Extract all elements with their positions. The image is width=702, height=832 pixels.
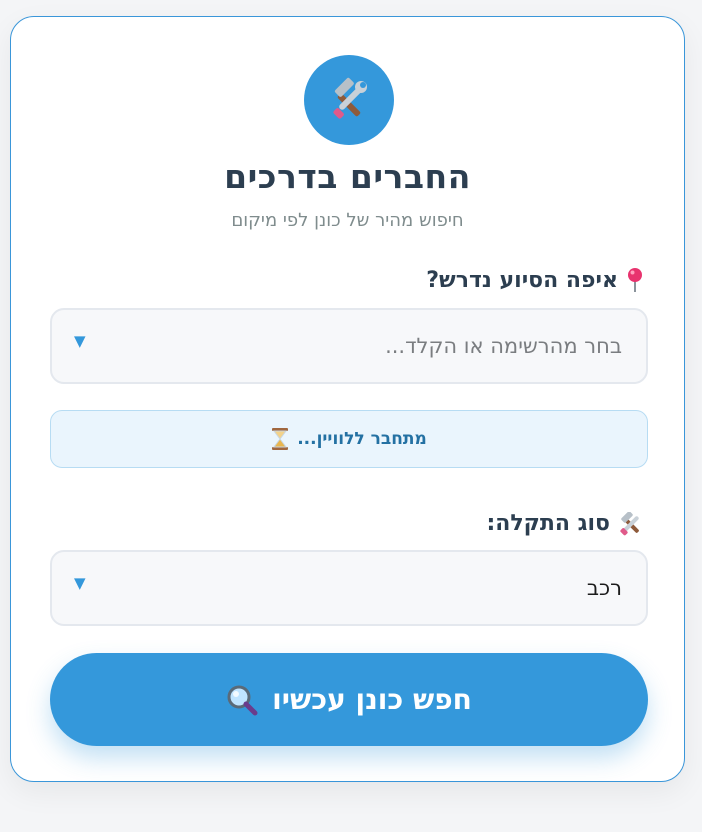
- location-label: איפה הסיוע נדרש?: [426, 267, 644, 293]
- search-card: החברים בדרכים חיפוש מהיר של כונן לפי מיק…: [10, 16, 685, 782]
- hourglass-icon: [271, 428, 289, 450]
- page-title: החברים בדרכים: [224, 157, 471, 196]
- location-label-text: איפה הסיוע נדרש?: [426, 267, 618, 293]
- chevron-down-icon[interactable]: ▼: [74, 332, 86, 350]
- page-subtitle: חיפוש מהיר של כונן לפי מיקום: [231, 210, 464, 231]
- search-button-label: חפש כונן עכשיו: [272, 683, 472, 716]
- tools-icon: [326, 77, 372, 123]
- status-text: מתחבר ללוויין...: [297, 429, 427, 449]
- search-technician-button[interactable]: חפש כונן עכשיו: [50, 653, 648, 746]
- chevron-down-icon[interactable]: ▼: [74, 574, 86, 592]
- connection-status: מתחבר ללוויין...: [50, 410, 648, 468]
- issue-type-label: סוג התקלה:: [486, 511, 644, 536]
- issue-type-label-text: סוג התקלה:: [486, 511, 610, 536]
- location-placeholder: בחר מהרשימה או הקלד...: [385, 334, 622, 358]
- pin-icon: [626, 267, 644, 293]
- tools-icon: [618, 511, 644, 536]
- issue-type-select[interactable]: רכב ▼: [50, 550, 648, 626]
- issue-type-value: רכב: [586, 576, 622, 600]
- logo-badge: [304, 55, 394, 145]
- location-input[interactable]: בחר מהרשימה או הקלד... ▼: [50, 308, 648, 384]
- magnifier-icon: [226, 684, 258, 716]
